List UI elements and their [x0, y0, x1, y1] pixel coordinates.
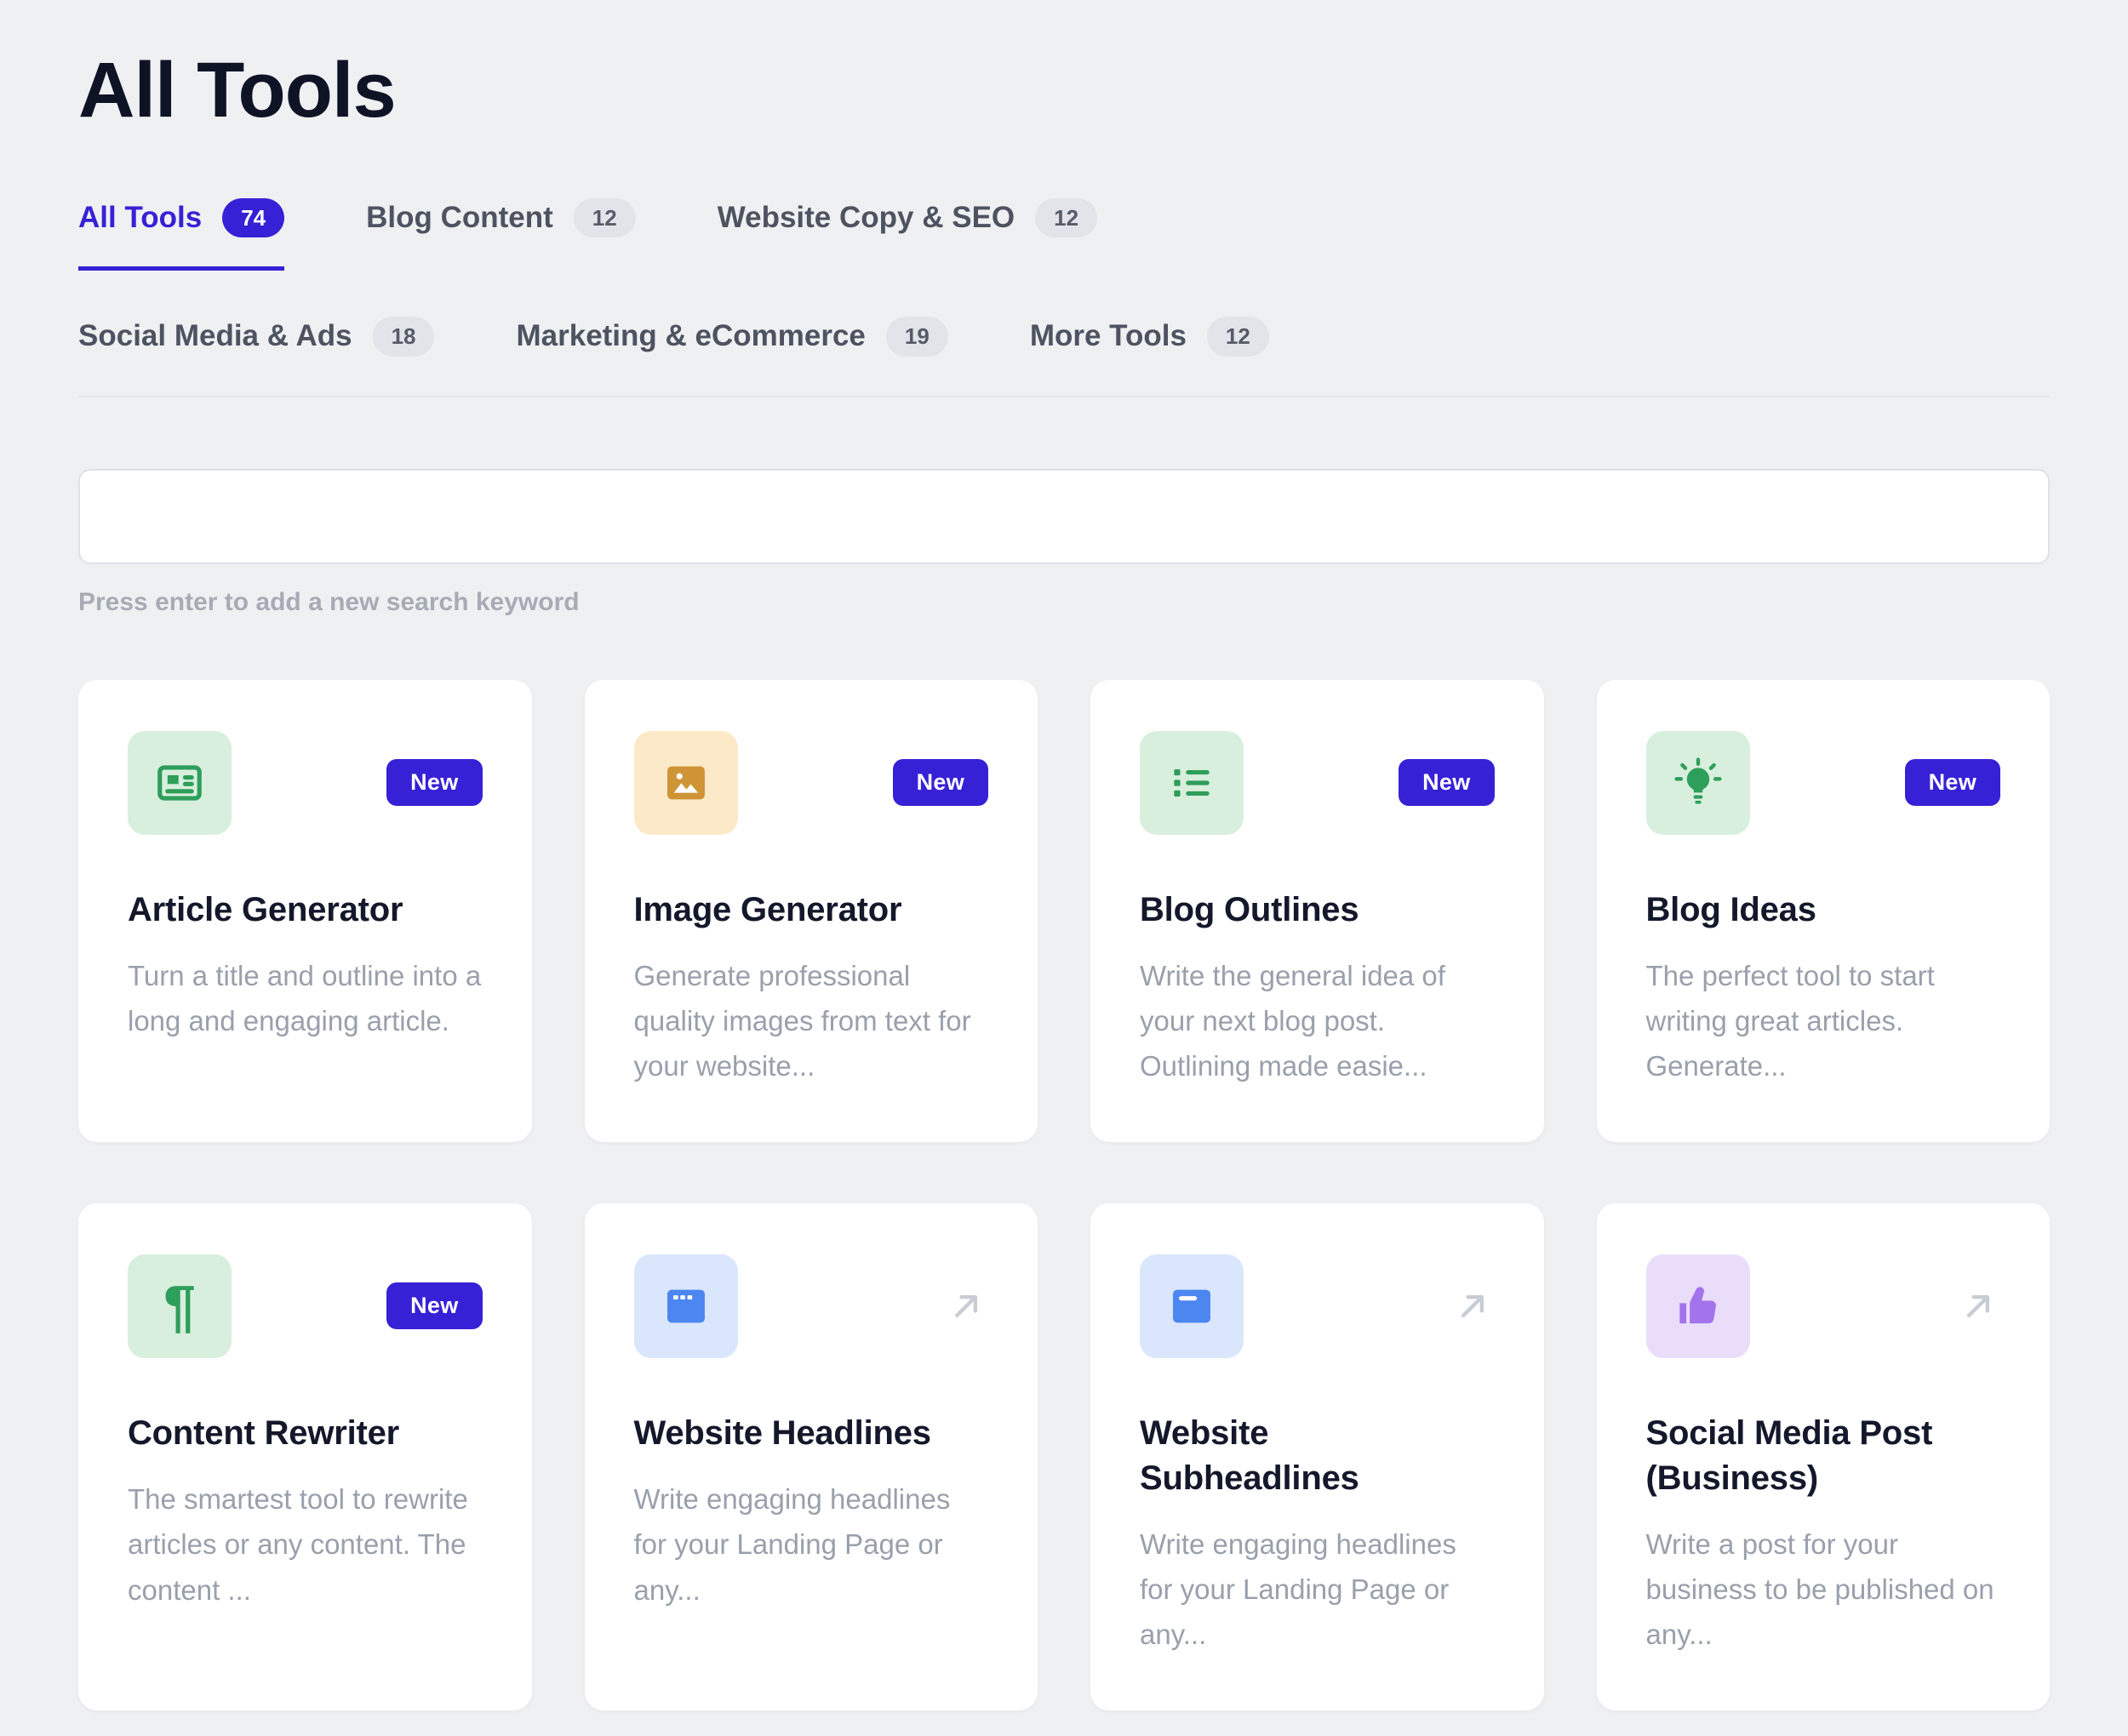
tool-card-description: Write the general idea of your next blog…	[1140, 959, 1445, 1082]
tool-card-title: Blog Outlines	[1140, 890, 1359, 928]
page-title: All Tools	[78, 47, 397, 134]
category-tabs: All Tools 74 Blog Content 12 Website Cop…	[78, 197, 2050, 397]
card-header: New	[128, 730, 483, 835]
card-header: New	[1140, 730, 1495, 835]
tool-card-description: Write engaging headlines for your Landin…	[1140, 1528, 1456, 1651]
tab-count-badge: 12	[573, 197, 636, 238]
tab-count-badge: 19	[885, 317, 948, 357]
tool-card-title: Blog Ideas	[1645, 890, 1816, 928]
tab-count-badge: 12	[1035, 197, 1098, 238]
new-badge: New	[1399, 759, 1495, 807]
tab-count-badge: 74	[222, 197, 285, 238]
tab-label: More Tools	[1029, 319, 1187, 353]
card-header: ¶ New	[128, 1253, 483, 1358]
tab-blog-content[interactable]: Blog Content 12	[366, 197, 636, 271]
new-badge: New	[892, 759, 988, 807]
tool-card-title: Website Headlines	[633, 1413, 932, 1452]
open-tool-arrow-icon	[1956, 1284, 2000, 1328]
tool-card-blog-outlines[interactable]: New Blog Outlines Write the general idea…	[1090, 679, 1544, 1142]
search-helper-text: Press enter to add a new search keyword	[78, 587, 580, 616]
tab-website-copy-seo[interactable]: Website Copy & SEO 12	[717, 197, 1098, 271]
tool-card-description: Generate professional quality images fro…	[633, 959, 971, 1082]
tool-card-description: Turn a title and outline into a long and…	[128, 959, 482, 1037]
image-icon	[633, 730, 738, 835]
all-tools-page: All Tools All Tools 74 Blog Content 12 W…	[0, 0, 2128, 1710]
tab-row-1: All Tools 74 Blog Content 12 Website Cop…	[78, 197, 2050, 271]
tool-card-description: The smartest tool to rewrite articles or…	[128, 1482, 468, 1606]
open-tool-arrow-icon	[1450, 1284, 1495, 1328]
new-badge: New	[386, 1282, 483, 1330]
tab-label: Website Copy & SEO	[717, 200, 1015, 234]
card-header: New	[1645, 730, 2000, 835]
newspaper-icon	[128, 730, 232, 835]
open-tool-arrow-icon	[944, 1284, 988, 1328]
tool-card-title: Article Generator	[128, 890, 403, 928]
pilcrow-icon: ¶	[128, 1253, 232, 1358]
card-header: New	[633, 730, 988, 835]
tab-label: Marketing & eCommerce	[516, 319, 866, 353]
tool-card-website-headlines[interactable]: Website Headlines Write engaging headlin…	[584, 1202, 1038, 1710]
tab-label: Social Media & Ads	[78, 319, 352, 353]
tab-label: All Tools	[78, 200, 203, 234]
tool-card-title: Social Media Post (Business)	[1645, 1413, 1933, 1497]
list-icon	[1140, 730, 1244, 835]
tool-card-description: Write a post for your business to be pub…	[1645, 1528, 1994, 1651]
search-input[interactable]	[78, 468, 2050, 564]
tab-row-2: Social Media & Ads 18 Marketing & eComme…	[78, 317, 2050, 357]
tab-more-tools[interactable]: More Tools 12	[1030, 317, 1269, 357]
card-header	[1645, 1253, 2001, 1358]
tab-label: Blog Content	[366, 200, 553, 234]
tool-card-title: Image Generator	[633, 890, 902, 928]
tab-social-media-ads[interactable]: Social Media & Ads 18	[78, 317, 435, 357]
browser-icon	[633, 1253, 738, 1358]
tab-all-tools[interactable]: All Tools 74	[78, 197, 285, 271]
tool-card-description: Write engaging headlines for your Landin…	[633, 1482, 951, 1606]
lightbulb-icon	[1645, 730, 1750, 835]
new-badge: New	[386, 759, 483, 807]
tool-card-image-generator[interactable]: New Image Generator Generate professiona…	[584, 679, 1038, 1142]
card-header	[1140, 1253, 1495, 1358]
tools-grid: New Article Generator Turn a title and o…	[78, 679, 2050, 1710]
tool-card-title: Website Subheadlines	[1140, 1413, 1359, 1497]
tool-card-blog-ideas[interactable]: New Blog Ideas The perfect tool to start…	[1596, 679, 2050, 1142]
tool-card-content-rewriter[interactable]: ¶ New Content Rewriter The smartest tool…	[78, 1202, 532, 1710]
tool-card-title: Content Rewriter	[128, 1413, 400, 1452]
card-header	[633, 1253, 989, 1358]
tool-card-article-generator[interactable]: New Article Generator Turn a title and o…	[78, 679, 532, 1142]
thumbs-up-icon	[1645, 1253, 1750, 1358]
browser-bar-icon	[1140, 1253, 1244, 1358]
tab-count-badge: 18	[372, 317, 435, 357]
tab-count-badge: 12	[1206, 317, 1269, 357]
tool-card-social-media-post-business[interactable]: Social Media Post (Business) Write a pos…	[1596, 1202, 2050, 1710]
tab-marketing-ecommerce[interactable]: Marketing & eCommerce 19	[516, 317, 948, 357]
tool-card-website-subheadlines[interactable]: Website Subheadlines Write engaging head…	[1090, 1202, 1544, 1710]
new-badge: New	[1904, 759, 2000, 807]
tool-card-description: The perfect tool to start writing great …	[1645, 959, 1935, 1082]
